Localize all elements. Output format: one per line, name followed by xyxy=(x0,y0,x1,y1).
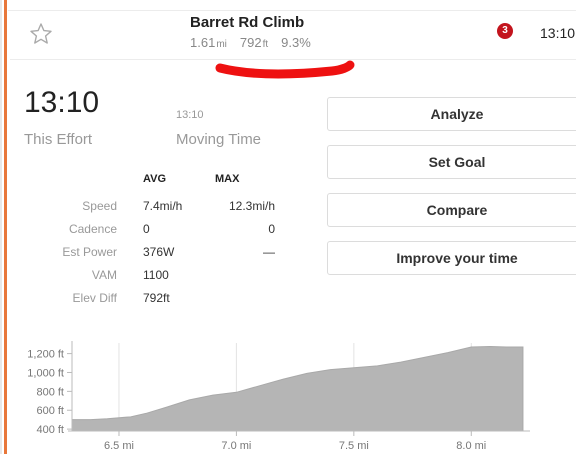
header-divider xyxy=(10,59,576,60)
stat-row-cadence: Cadence 0 0 xyxy=(0,222,300,238)
stat-max: — xyxy=(263,245,275,259)
grade-value: 9.3% xyxy=(281,35,311,50)
y-tick-label: 400 ft xyxy=(36,424,64,436)
distance-unit: mi xyxy=(216,39,227,50)
moving-time-value: 13:10 xyxy=(176,109,204,121)
y-tick-label: 600 ft xyxy=(36,405,64,417)
stat-avg: 1100 xyxy=(143,268,169,282)
stat-row-vam: VAM 1100 xyxy=(0,268,300,284)
stat-max: 0 xyxy=(268,222,275,236)
stat-row-est-power: Est Power 376W — xyxy=(0,245,300,261)
analyze-button[interactable]: Analyze xyxy=(327,97,576,131)
avg-header: AVG xyxy=(143,173,167,185)
y-tick-label: 1,200 ft xyxy=(27,349,64,361)
stat-label: Elev Diff xyxy=(72,291,117,305)
x-tick-label: 8.0 mi xyxy=(456,440,486,452)
elevation-area xyxy=(71,346,524,432)
x-tick-label: 7.5 mi xyxy=(339,440,369,452)
y-tick-label: 800 ft xyxy=(36,386,64,398)
moving-time-label: Moving Time xyxy=(176,131,262,148)
x-tick-label: 6.5 mi xyxy=(104,440,134,452)
stat-avg: 376W xyxy=(143,245,175,259)
stat-row-speed: Speed 7.4mi/h 12.3mi/h xyxy=(0,199,300,215)
stat-avg: 792ft xyxy=(143,291,170,305)
set-goal-button[interactable]: Set Goal xyxy=(327,145,576,179)
notification-badge[interactable]: 3 xyxy=(497,23,513,39)
stat-label: Est Power xyxy=(62,245,117,259)
star-icon[interactable] xyxy=(29,22,53,46)
segment-title: Barret Rd Climb xyxy=(190,14,305,31)
redaction-mark xyxy=(215,60,355,79)
stat-avg: 7.4mi/h xyxy=(143,199,183,213)
segment-summary: 1.61mi 792ft 9.3% xyxy=(190,35,311,50)
elevation-value: 792 xyxy=(239,35,262,50)
distance-value: 1.61 xyxy=(190,35,216,50)
elapsed-time: 13:10 xyxy=(24,86,100,119)
compare-button[interactable]: Compare xyxy=(327,193,576,227)
stat-label: Speed xyxy=(82,199,117,213)
elevation-profile-chart: 1,200 ft 1,000 ft 800 ft 600 ft 400 ft 6.5 mi… xyxy=(27,341,530,452)
x-tick-label: 7.0 mi xyxy=(221,440,251,452)
stat-label: VAM xyxy=(91,268,117,282)
top-divider xyxy=(8,10,576,11)
stat-max: 12.3mi/h xyxy=(228,199,275,213)
stat-avg: 0 xyxy=(143,222,150,236)
stat-label: Cadence xyxy=(68,222,117,236)
elevation-unit: ft xyxy=(262,39,269,50)
y-tick-label: 1,000 ft xyxy=(27,367,64,379)
improve-time-button[interactable]: Improve your time xyxy=(327,241,576,275)
header-time: 13:10 xyxy=(540,25,576,41)
this-effort-label: This Effort xyxy=(24,131,93,148)
stat-row-elev-diff: Elev Diff 792ft xyxy=(0,291,300,307)
max-header: MAX xyxy=(215,173,240,185)
